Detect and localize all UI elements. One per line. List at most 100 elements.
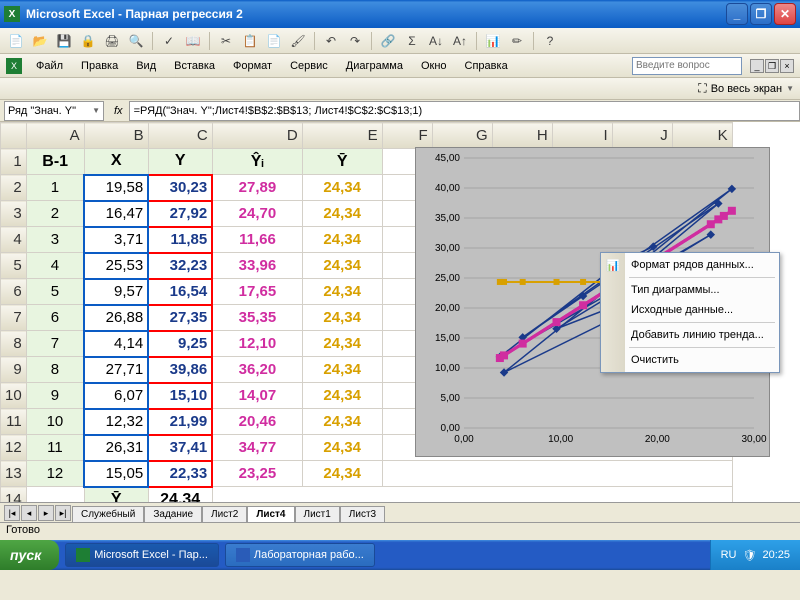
fx-label[interactable]: fx [108,105,129,117]
cell[interactable]: 11,85 [148,227,212,253]
menu-help[interactable]: Справка [457,58,516,74]
col-header-j[interactable]: J [612,123,672,149]
tab-nav-next[interactable]: ▸ [38,505,54,521]
ctx-add-trendline[interactable]: Добавить линию тренда... [601,325,779,345]
doc-close-button[interactable]: × [780,59,794,73]
autosum-icon[interactable]: Σ [402,31,422,51]
cell[interactable]: 14,07 [212,383,302,409]
preview-icon[interactable]: 🔍 [126,31,146,51]
copy-icon[interactable]: 📋 [240,31,260,51]
cell[interactable]: 24,34 [302,305,382,331]
col-header-g[interactable]: G [432,123,492,149]
cell[interactable]: 17,65 [212,279,302,305]
doc-minimize-button[interactable]: _ [750,59,764,73]
sort-desc-icon[interactable]: A↑ [450,31,470,51]
research-icon[interactable]: 📖 [183,31,203,51]
menu-file[interactable]: Файл [28,58,71,74]
formula-input[interactable]: =РЯД("Знач. Y";Лист4!$B$2:$B$13; Лист4!$… [129,101,800,121]
chart-icon[interactable]: 📊 [483,31,503,51]
open-icon[interactable]: 📂 [30,31,50,51]
col-header-c[interactable]: C [148,123,212,149]
spell-icon[interactable]: ✓ [159,31,179,51]
cell[interactable]: 30,23 [148,175,212,201]
taskbar-item-excel[interactable]: Microsoft Excel - Пар... [65,543,219,567]
row-header[interactable]: 2 [1,175,27,201]
cell[interactable]: 24,34 [302,409,382,435]
col-header-a[interactable]: A [26,123,84,149]
menu-format[interactable]: Формат [225,58,280,74]
taskbar-item-word[interactable]: Лабораторная рабо... [225,543,375,567]
cell[interactable]: 2 [26,201,84,227]
cell[interactable]: 24,34 [302,357,382,383]
cell[interactable]: 9 [26,383,84,409]
name-box-dropdown-icon[interactable]: ▼ [92,106,100,115]
select-all-corner[interactable] [1,123,27,149]
cell[interactable]: 27,71 [84,357,148,383]
maximize-button[interactable]: ❐ [750,3,772,25]
cell[interactable]: 15,05 [84,461,148,487]
row-header[interactable]: 12 [1,435,27,461]
cell[interactable]: 33,96 [212,253,302,279]
hyperlink-icon[interactable]: 🔗 [378,31,398,51]
close-button[interactable]: ✕ [774,3,796,25]
cell[interactable]: 10 [26,409,84,435]
fullscreen-label[interactable]: Во весь экран [711,83,782,95]
col-header-k[interactable]: K [672,123,732,149]
cell[interactable]: 26,88 [84,305,148,331]
cell[interactable]: 24,34 [302,253,382,279]
ctx-clear[interactable]: Очистить [601,350,779,370]
format-painter-icon[interactable]: 🖌 [288,31,308,51]
ctx-source-data[interactable]: Исходные данные... [601,300,779,320]
row-header[interactable]: 7 [1,305,27,331]
new-icon[interactable]: 📄 [6,31,26,51]
menu-chart[interactable]: Диаграмма [338,58,411,74]
drawing-icon[interactable]: ✏ [507,31,527,51]
cell[interactable]: 24,70 [212,201,302,227]
save-icon[interactable]: 💾 [54,31,74,51]
help-icon[interactable]: ? [540,31,560,51]
sort-asc-icon[interactable]: A↓ [426,31,446,51]
sheet-tab-active[interactable]: Лист4 [247,506,294,522]
cell[interactable]: 19,58 [84,175,148,201]
cell[interactable]: В-1 [26,149,84,175]
ctx-format-series[interactable]: 📊 Формат рядов данных... [601,255,779,275]
cell[interactable]: 15,10 [148,383,212,409]
doc-restore-button[interactable]: ❐ [765,59,779,73]
tray-shield-icon[interactable]: 🛡 [743,549,757,562]
cell[interactable]: 32,23 [148,253,212,279]
cell[interactable]: 7 [26,331,84,357]
worksheet-area[interactable]: A B C D E F G H I J K 1 В-1 X Y Ŷᵢ Ȳ 211… [0,122,800,502]
cell[interactable]: 24,34 [302,201,382,227]
cell[interactable]: 24,34 [302,383,382,409]
cell[interactable]: 11 [26,435,84,461]
start-button[interactable]: пуск [0,540,59,570]
col-header-h[interactable]: H [492,123,552,149]
cell[interactable]: 20,46 [212,409,302,435]
cell[interactable]: 6 [26,305,84,331]
cell[interactable]: 27,92 [148,201,212,227]
row-header[interactable]: 1 [1,149,27,175]
cell[interactable]: Y [148,149,212,175]
cell[interactable]: 24,34 [302,331,382,357]
tab-nav-first[interactable]: |◂ [4,505,20,521]
cell[interactable]: 24,34 [302,227,382,253]
cell[interactable]: 16,47 [84,201,148,227]
tray-lang[interactable]: RU [721,549,737,561]
cell[interactable]: 12 [26,461,84,487]
sheet-tab[interactable]: Лист2 [202,506,247,522]
col-header-b[interactable]: B [84,123,148,149]
cell[interactable]: 3 [26,227,84,253]
cell[interactable]: 35,35 [212,305,302,331]
cell[interactable]: 8 [26,357,84,383]
cell[interactable]: 25,53 [84,253,148,279]
cell[interactable]: 26,31 [84,435,148,461]
paste-icon[interactable]: 📄 [264,31,284,51]
menu-tools[interactable]: Сервис [282,58,336,74]
row-header[interactable]: 6 [1,279,27,305]
cell[interactable]: 27,35 [148,305,212,331]
system-tray[interactable]: RU 🛡 20:25 [710,540,800,570]
cell[interactable]: 24,34 [302,279,382,305]
row-header[interactable]: 14 [1,487,27,503]
cell[interactable]: 9,57 [84,279,148,305]
minimize-button[interactable]: _ [726,3,748,25]
